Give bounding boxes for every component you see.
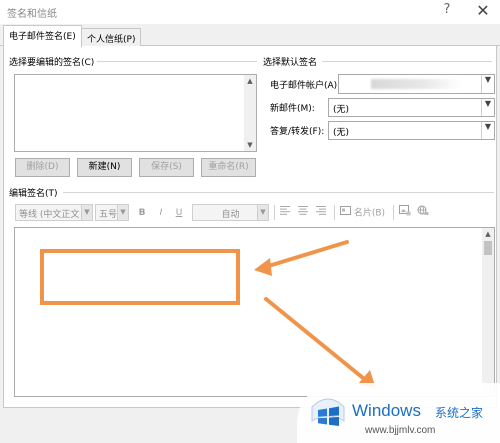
windows-logo-icon — [311, 398, 345, 426]
watermark-url: www.bjjmlv.com — [365, 425, 436, 436]
arrow-left-icon — [254, 240, 349, 276]
highlight-box — [40, 249, 240, 305]
tab-email-signature[interactable]: 电子邮件签名(E) — [3, 25, 82, 47]
watermark-suffix: 系统之家 — [435, 406, 484, 420]
arrow-down-right-icon — [264, 297, 376, 389]
watermark-brand: Windows — [352, 401, 421, 420]
annotation-overlay — [40, 240, 376, 389]
